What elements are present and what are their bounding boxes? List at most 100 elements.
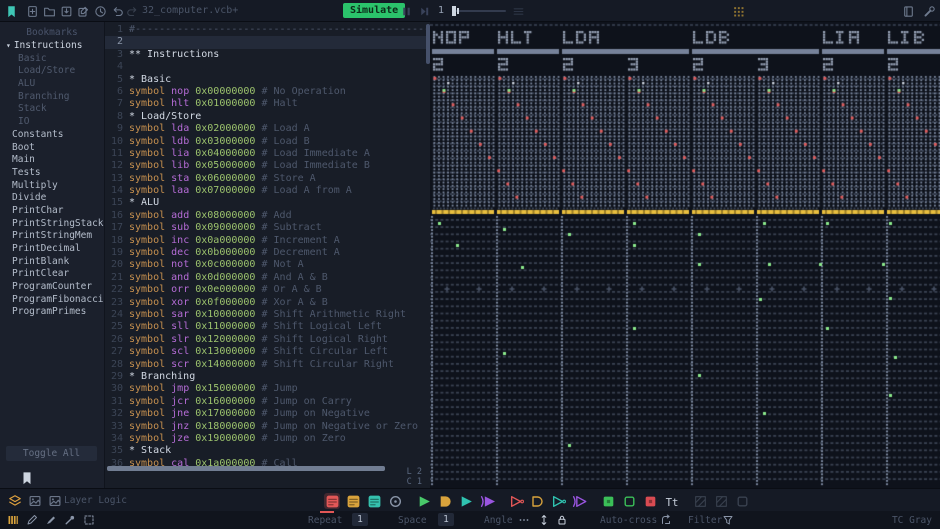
repeat-value[interactable]: 1	[352, 513, 368, 526]
crossing-tool[interactable]	[387, 493, 403, 509]
angle-updown-icon[interactable]	[538, 514, 550, 526]
brush-size-icon[interactable]	[7, 514, 19, 526]
sidebar-item-main[interactable]: Main	[0, 154, 104, 167]
or-gate-tool[interactable]	[458, 493, 474, 509]
wire-tool[interactable]	[324, 493, 340, 509]
code-line[interactable]: 15* ALU	[105, 197, 430, 209]
fill-tool[interactable]	[45, 514, 57, 526]
code-line[interactable]: 25symbol sll 0x11000000 # Shift Logical …	[105, 321, 430, 333]
open-file-icon[interactable]	[43, 5, 57, 19]
layer-stack-icon[interactable]	[7, 493, 23, 509]
space-value[interactable]: 1	[438, 513, 454, 526]
sidebar-item-basic[interactable]: Basic	[0, 53, 104, 66]
settings-wrench-icon[interactable]	[923, 5, 937, 19]
nand-gate-tool[interactable]	[529, 493, 545, 509]
bookmarks-toggle-icon[interactable]	[5, 5, 19, 19]
redo-icon[interactable]	[126, 5, 140, 19]
area-tool[interactable]	[734, 493, 750, 509]
sidebar-item-printdecimal[interactable]: PrintDecimal	[0, 243, 104, 256]
code-line[interactable]: 31symbol jcr 0x16000000 # Jump on Carry	[105, 396, 430, 408]
tick-rate-slider[interactable]	[452, 5, 506, 17]
latch-outline-tool[interactable]	[621, 493, 637, 509]
sidebar-item-programprimes[interactable]: ProgramPrimes	[0, 306, 104, 319]
sidebar-item-printclear[interactable]: PrintClear	[0, 268, 104, 281]
flipflop-tool[interactable]	[642, 493, 658, 509]
simulate-button[interactable]: Simulate	[343, 3, 405, 18]
code-line[interactable]: 24symbol sar 0x10000000 # Shift Arithmet…	[105, 309, 430, 321]
and-gate-tool[interactable]	[437, 493, 453, 509]
code-line[interactable]: 21symbol and 0x0d000000 # And A & B	[105, 272, 430, 284]
sidebar-item-printstringstack[interactable]: PrintStringStack	[0, 218, 104, 231]
code-line[interactable]: 18symbol inc 0x0a000000 # Increment A	[105, 235, 430, 247]
save-icon[interactable]	[60, 5, 74, 19]
code-line[interactable]: 2	[105, 36, 430, 48]
code-line[interactable]: 34symbol jze 0x19000000 # Jump on Zero	[105, 433, 430, 445]
angle-lock-icon[interactable]	[556, 514, 568, 526]
code-line[interactable]: 30symbol jmp 0x15000000 # Jump	[105, 383, 430, 395]
xor-gate-tool[interactable]	[479, 493, 495, 509]
sidebar-item-load-store[interactable]: Load/Store	[0, 65, 104, 78]
code-line[interactable]: 19symbol dec 0x0b000000 # Decrement A	[105, 247, 430, 259]
not-gate-tool[interactable]	[508, 493, 524, 509]
circuit-canvas[interactable]	[430, 22, 940, 488]
buffer-gate-tool[interactable]	[416, 493, 432, 509]
sidebar-item-instructions[interactable]: ▾Instructions	[0, 40, 104, 53]
code-line[interactable]: 6symbol nop 0x00000000 # No Operation	[105, 86, 430, 98]
sidebar-item-divide[interactable]: Divide	[0, 192, 104, 205]
code-line[interactable]: 33symbol jnz 0x18000000 # Jump on Negati…	[105, 421, 430, 433]
blueprint-tool[interactable]	[692, 493, 708, 509]
code-line[interactable]: 20symbol not 0x0c000000 # Not A	[105, 259, 430, 271]
new-file-icon[interactable]	[26, 5, 40, 19]
align-icon[interactable]	[512, 5, 526, 19]
auto-cross-icon[interactable]	[660, 514, 672, 526]
code-line[interactable]: 16symbol add 0x08000000 # Add	[105, 210, 430, 222]
code-line[interactable]: 27symbol scl 0x13000000 # Shift Circular…	[105, 346, 430, 358]
latch-tool[interactable]	[600, 493, 616, 509]
sidebar-item-branching[interactable]: Branching	[0, 91, 104, 104]
code-line[interactable]: 1#--------------------------------------…	[105, 24, 430, 36]
nor-gate-tool[interactable]	[550, 493, 566, 509]
code-line[interactable]: 22symbol orr 0x0e000000 # Or A & B	[105, 284, 430, 296]
text-tool[interactable]: Tt	[663, 493, 679, 509]
image-icon-2[interactable]	[47, 493, 63, 509]
circuit-board[interactable]	[430, 22, 940, 488]
code-line[interactable]: 11symbol lia 0x04000000 # Load Immediate…	[105, 148, 430, 160]
library-icon[interactable]	[902, 5, 916, 19]
sidebar-item-programcounter[interactable]: ProgramCounter	[0, 281, 104, 294]
code-line[interactable]: 3** Instructions	[105, 49, 430, 61]
select-tool[interactable]	[83, 514, 95, 526]
xnor-gate-tool[interactable]	[571, 493, 587, 509]
toggle-all-button[interactable]: Toggle All	[6, 446, 97, 461]
sidebar-item-alu[interactable]: ALU	[0, 78, 104, 91]
mask-tool[interactable]	[713, 493, 729, 509]
code-line[interactable]: 7symbol hlt 0x01000000 # Halt	[105, 98, 430, 110]
save-as-icon[interactable]	[77, 5, 91, 19]
angle-presets-icon[interactable]	[518, 514, 530, 526]
step-icon[interactable]	[418, 5, 432, 19]
sidebar-item-multiply[interactable]: Multiply	[0, 180, 104, 193]
bundle-tool[interactable]	[345, 493, 361, 509]
sidebar-item-printstringmem[interactable]: PrintStringMem	[0, 230, 104, 243]
eyedropper-tool[interactable]	[64, 514, 76, 526]
code-line[interactable]: 28symbol scr 0x14000000 # Shift Circular…	[105, 359, 430, 371]
sidebar-item-tests[interactable]: Tests	[0, 167, 104, 180]
code-line[interactable]: 12symbol lib 0x05000000 # Load Immediate…	[105, 160, 430, 172]
code-line[interactable]: 32symbol jne 0x17000000 # Jump on Negati…	[105, 408, 430, 420]
code-line[interactable]: 29* Branching	[105, 371, 430, 383]
pause-icon[interactable]	[400, 5, 414, 19]
code-line[interactable]: 4	[105, 61, 430, 73]
sidebar-item-boot[interactable]: Boot	[0, 142, 104, 155]
editor-hscrollbar[interactable]	[107, 466, 385, 471]
slider-handle[interactable]	[452, 6, 456, 16]
sidebar-item-programfibonacci[interactable]: ProgramFibonacci	[0, 294, 104, 307]
sidebar-item-io[interactable]: IO	[0, 116, 104, 129]
code-line[interactable]: 17symbol sub 0x09000000 # Subtract	[105, 222, 430, 234]
bus-tool[interactable]	[366, 493, 382, 509]
pencil-tool[interactable]	[26, 514, 38, 526]
sidebar-item-constants[interactable]: Constants	[0, 129, 104, 142]
image-icon-1[interactable]	[27, 493, 43, 509]
code-line[interactable]: 13symbol sta 0x06000000 # Store A	[105, 173, 430, 185]
filter-icon[interactable]	[722, 514, 734, 526]
code-line[interactable]: 23symbol xor 0x0f000000 # Xor A & B	[105, 297, 430, 309]
sidebar-item-printchar[interactable]: PrintChar	[0, 205, 104, 218]
